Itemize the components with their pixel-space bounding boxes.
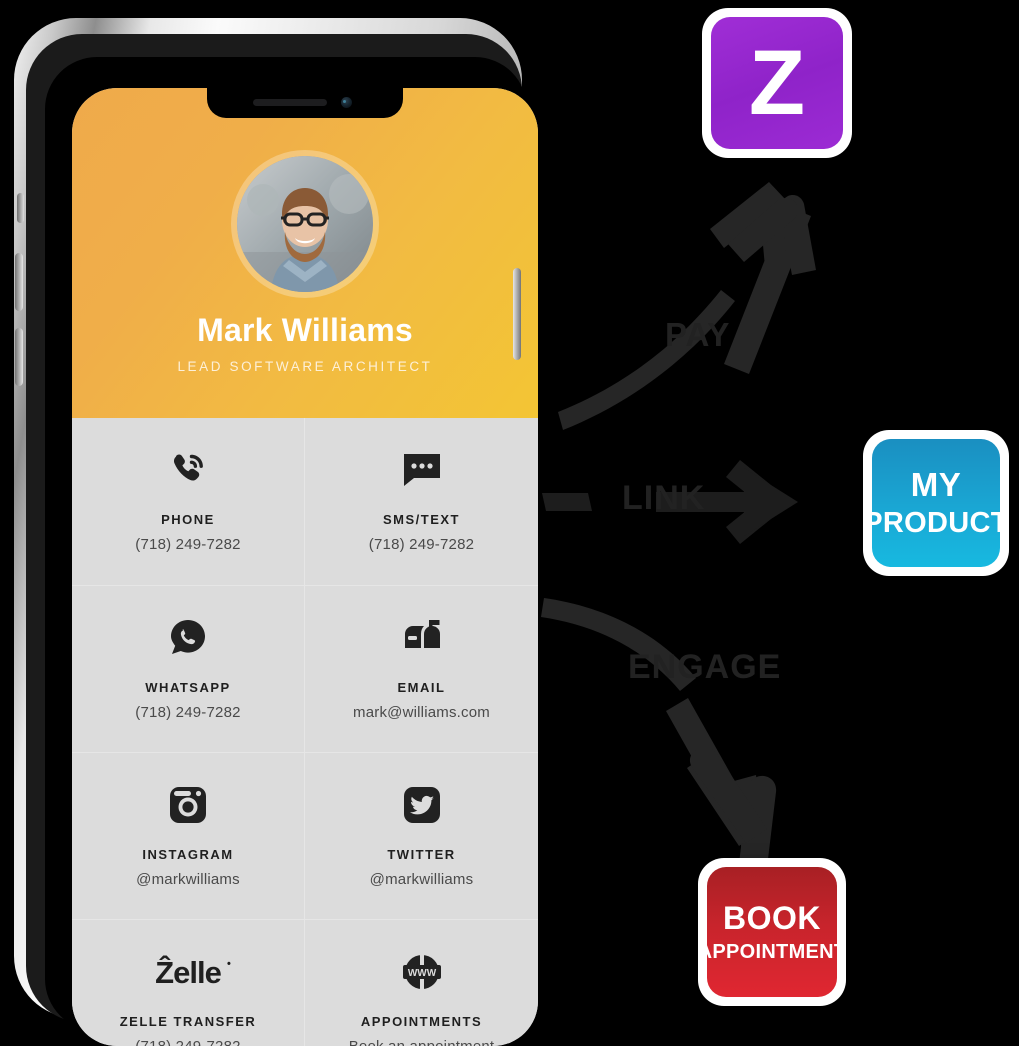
phone-mockup: Mark Williams LEAD SOFTWARE ARCHITECT PH… [8,8,538,1046]
earpiece-speaker [253,99,327,106]
badge-line-1: MY [910,466,962,503]
badge-my-product[interactable]: MY PRODUCT [863,430,1009,576]
curved-arrow-down-right-icon [541,598,777,889]
notch [207,88,403,118]
contact-tile-email[interactable]: EMAIL mark@williams.com [305,585,538,752]
volume-up-button[interactable] [15,253,23,311]
flow-diagram: PAY LINK ENGAGE Z MY PRODUCT BOOK APPOIN… [528,0,1019,1024]
badge-my-product-inner: MY PRODUCT [863,439,1008,567]
tile-label: WHATSAPP [145,680,231,695]
phone-bezel: Mark Williams LEAD SOFTWARE ARCHITECT PH… [45,57,538,1046]
zelle-wordmark: Ẑelle • [155,954,231,990]
mailbox-icon [401,612,443,664]
phone-icon [168,444,208,496]
contact-tile-phone[interactable]: PHONE (718) 249-7282 [72,418,305,585]
contact-tile-twitter[interactable]: TWITTER @markwilliams [305,752,538,919]
tile-value: @markwilliams [369,871,474,888]
instagram-icon [168,779,208,831]
tile-value: (718) 249-7282 [135,1038,240,1046]
tile-label: ZELLE TRANSFER [119,1014,257,1029]
badge-line-2: APPOINTMENT [697,941,847,963]
www-icon: WWW [401,946,443,998]
user-photo-icon [237,156,373,292]
flow-label-pay: PAY [665,316,731,353]
twitter-icon [402,779,442,831]
tile-label: INSTAGRAM [142,847,234,862]
power-button[interactable] [513,268,521,360]
contact-tile-instagram[interactable]: INSTAGRAM @markwilliams [72,752,305,919]
phone-band: Mark Williams LEAD SOFTWARE ARCHITECT PH… [26,34,538,1046]
tile-label: TWITTER [387,847,456,862]
badge-book-appointment[interactable]: BOOK APPOINTMENT [698,858,846,1006]
whatsapp-icon [168,612,208,664]
tile-label: PHONE [161,512,215,527]
sms-icon [401,444,443,496]
contact-tile-zelle[interactable]: Ẑelle• ZELLE TRANSFER (718) 249-7282 [72,919,305,1046]
contact-tile-sms[interactable]: SMS/TEXT (718) 249-7282 [305,418,538,585]
tile-label: SMS/TEXT [382,512,460,527]
tile-value: (718) 249-7282 [135,704,241,721]
tile-label: EMAIL [397,680,446,695]
phone-screen: Mark Williams LEAD SOFTWARE ARCHITECT PH… [72,88,538,1046]
flow-label-link: LINK [622,479,706,517]
contact-grid: PHONE (718) 249-7282 SMS/TEXT (718) 249-… [72,418,538,1046]
badge-zelle[interactable]: Z [702,8,852,158]
svg-text:WWW: WWW [407,968,436,979]
tile-label: APPOINTMENTS [360,1014,483,1029]
tile-value: (718) 249-7282 [368,536,475,553]
tile-value: (718) 249-7282 [135,536,241,553]
zelle-icon: Ẑelle • [155,946,231,998]
phone-frame: Mark Williams LEAD SOFTWARE ARCHITECT PH… [14,18,538,1046]
mute-switch[interactable] [17,193,24,223]
zelle-z-icon: Z [748,32,806,134]
flow-label-engage: ENGAGE [628,648,782,686]
badge-book-appointment-inner: BOOK APPOINTMENT [698,867,846,997]
avatar [237,156,373,292]
tile-value: mark@williams.com [353,704,490,721]
badge-line-1: BOOK [723,900,821,936]
badge-zelle-inner: Z [711,17,843,149]
tile-value: @markwilliams [136,871,240,888]
profile-header: Mark Williams LEAD SOFTWARE ARCHITECT [72,88,538,418]
contact-tile-whatsapp[interactable]: WHATSAPP (718) 249-7282 [72,585,305,752]
curved-arrow-up-right-icon [558,182,816,430]
volume-down-button[interactable] [15,328,23,386]
profile-subtitle: LEAD SOFTWARE ARCHITECT [177,359,433,374]
contact-tile-appointments[interactable]: WWW APPOINTMENTS Book an appointment [305,919,538,1046]
tile-value: Book an appointment [349,1038,495,1046]
page-title: Mark Williams [197,312,413,348]
front-camera-icon [341,97,352,108]
badge-line-2: PRODUCT [863,507,1009,539]
